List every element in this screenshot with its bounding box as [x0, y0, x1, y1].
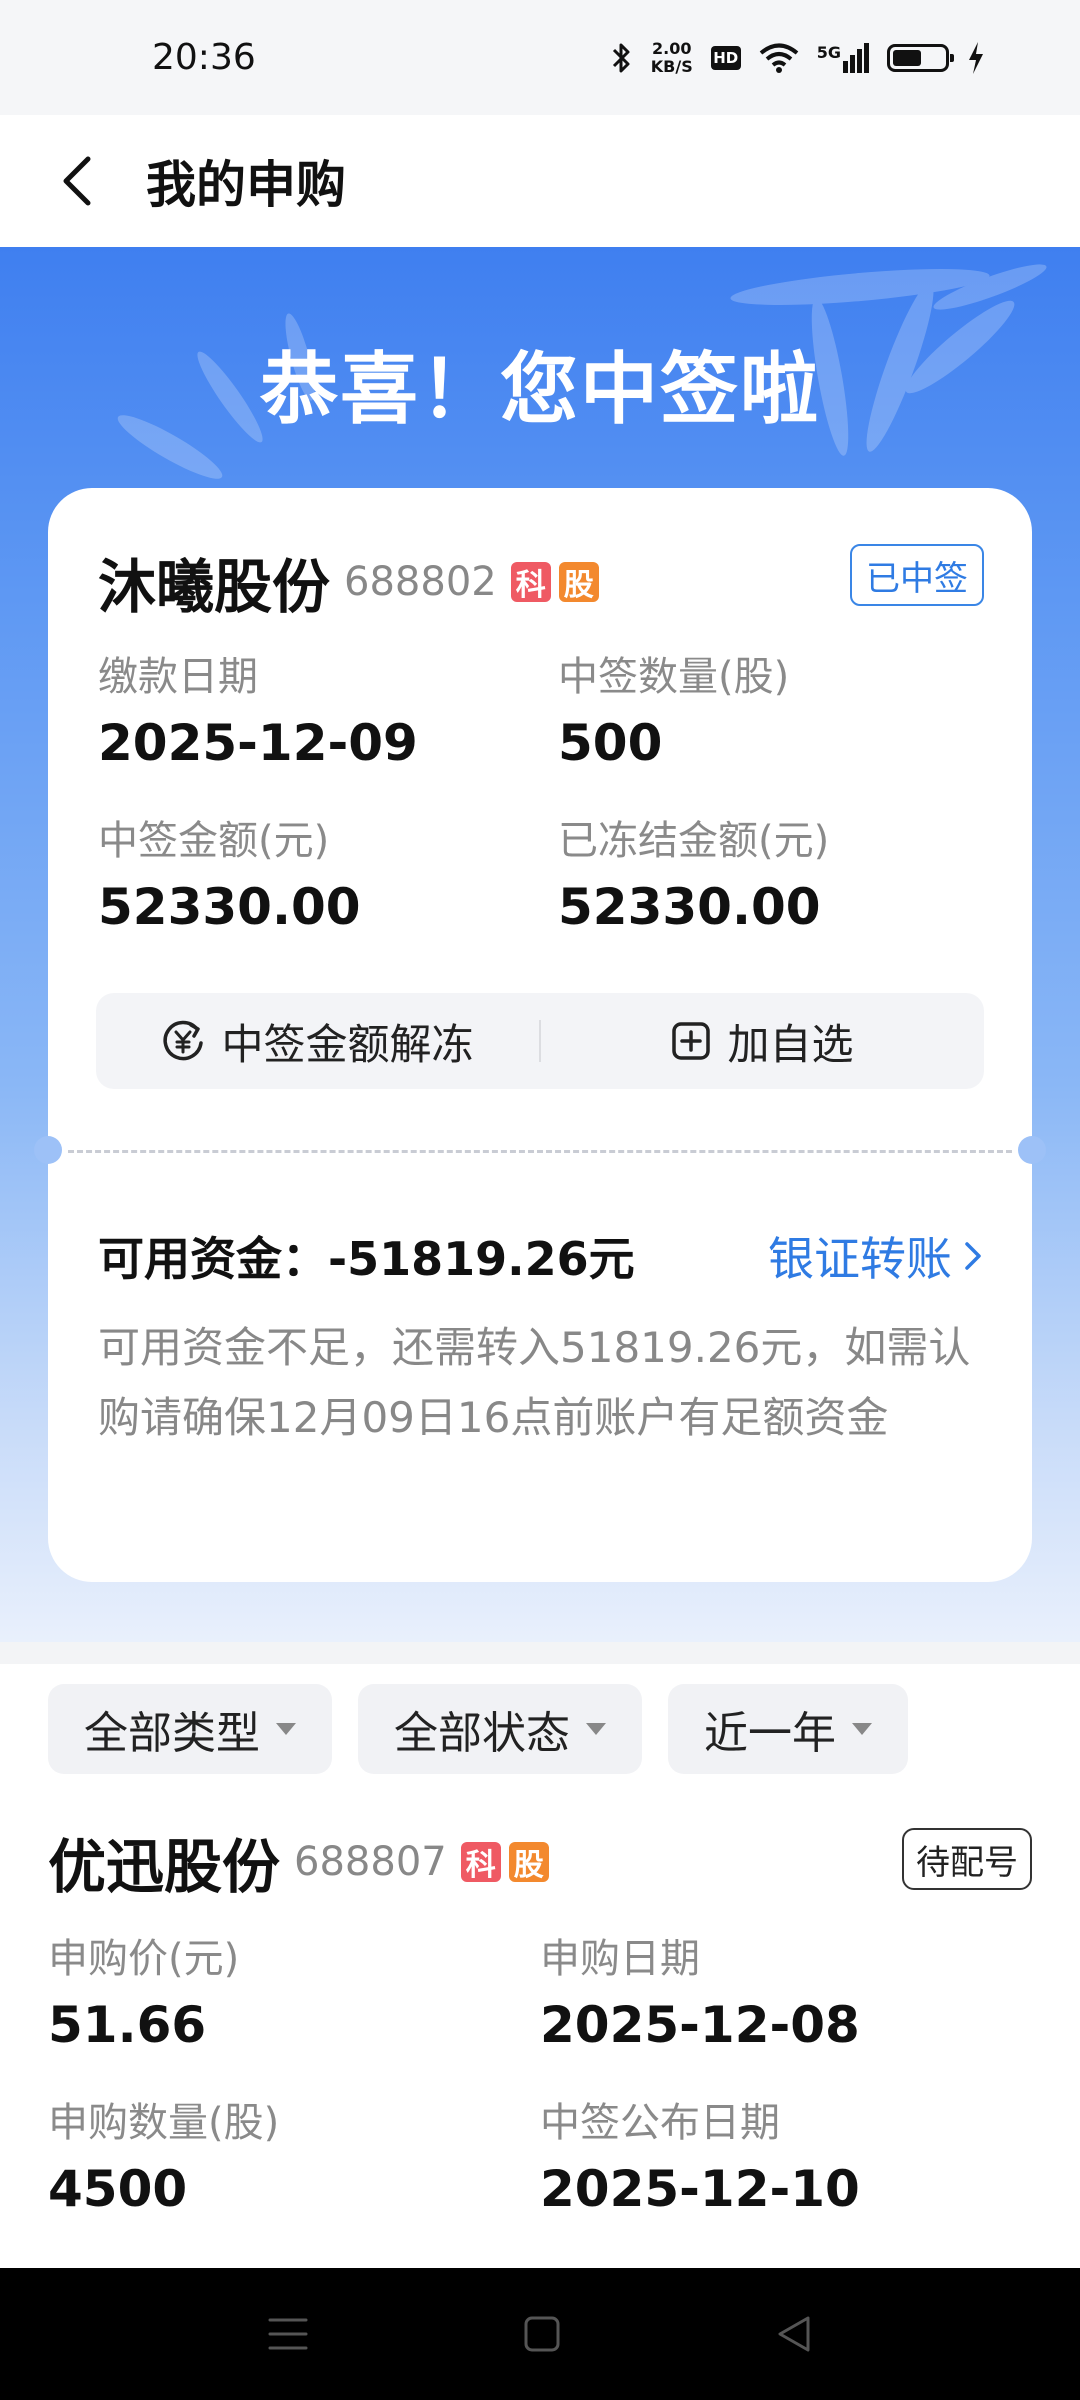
stock-header: 优迅股份 688807 科 股	[48, 1820, 549, 1904]
status-bar: 20:36 2.00 KB/S HD 5G	[0, 0, 1080, 115]
bank-transfer-link[interactable]: 银证转账	[768, 1223, 982, 1289]
subscribe-price-label: 申购价(元)	[48, 1936, 240, 1982]
action-bar: 中签金额解冻 加自选	[96, 993, 984, 1089]
filter-status-label: 全部状态	[394, 1708, 570, 1759]
subscribe-quantity-value: 4500	[48, 2160, 188, 2218]
announce-date-value: 2025-12-10	[540, 2160, 860, 2218]
screen: 20:36 2.00 KB/S HD 5G 我的申购 恭喜！您中签啦 沐曦股份 …	[0, 0, 1080, 2400]
available-funds-row: 可用资金：-51819.26元 银证转账	[98, 1223, 982, 1289]
frozen-amount-value: 52330.00	[558, 878, 821, 936]
net-speed-value: 2.00	[652, 38, 692, 58]
payment-date-value: 2025-12-09	[98, 714, 418, 772]
stock-type-tag: 股	[508, 1842, 549, 1883]
filter-period-label: 近一年	[704, 1708, 836, 1759]
ticket-notch-left	[34, 1136, 62, 1164]
title-bar: 我的申购	[0, 115, 1080, 247]
unfreeze-button[interactable]: 中签金额解冻	[96, 993, 539, 1089]
page-title: 我的申购	[146, 156, 346, 214]
bank-transfer-label: 银证转账	[768, 1232, 952, 1286]
filter-period-dropdown[interactable]: 近一年	[668, 1684, 908, 1774]
available-funds: 可用资金：-51819.26元	[98, 1232, 635, 1286]
stock-code: 688802	[344, 559, 497, 605]
bluetooth-icon	[612, 43, 630, 72]
caret-down-icon	[586, 1723, 606, 1735]
stock-name: 优迅股份	[48, 1833, 281, 1901]
frozen-amount-label: 已冻结金额(元)	[558, 818, 830, 864]
congrats-title: 恭喜！您中签啦	[259, 345, 820, 435]
star-market-tag: 科	[460, 1842, 501, 1883]
net-speed-unit: KB/S	[650, 56, 693, 76]
hd-icon: HD	[710, 45, 741, 70]
stock-type-tag: 股	[558, 562, 599, 603]
battery-icon	[887, 43, 954, 72]
net-speed: 2.00 KB/S	[650, 38, 693, 76]
subscribe-price-value: 51.66	[48, 1996, 207, 2054]
filter-type-label: 全部类型	[84, 1708, 260, 1759]
win-amount-value: 52330.00	[98, 878, 361, 936]
win-quantity-value: 500	[558, 714, 663, 772]
ticket-notch-right	[1018, 1136, 1046, 1164]
unfreeze-label: 中签金额解冻	[221, 1019, 474, 1069]
charging-icon	[969, 41, 983, 74]
chevron-right-icon	[965, 1242, 981, 1270]
insufficient-funds-note: 可用资金不足，还需转入51819.26元，如需认购请确保12月09日16点前账户…	[98, 1323, 971, 1442]
menu-icon[interactable]	[268, 2316, 308, 2352]
system-nav-bar	[0, 2268, 1080, 2400]
list-item[interactable]: 优迅股份 688807 科 股 待配号 申购价(元) 51.66 申购日期 20…	[0, 1800, 1080, 2270]
status-time: 20:36	[152, 37, 256, 78]
subscribe-quantity-label: 申购数量(股)	[48, 2100, 280, 2146]
chevron-left-icon	[63, 156, 91, 206]
announce-date-label: 中签公布日期	[540, 2100, 780, 2146]
win-amount-label: 中签金额(元)	[98, 818, 330, 864]
payment-date-label: 缴款日期	[98, 654, 258, 700]
filter-status-dropdown[interactable]: 全部状态	[358, 1684, 642, 1774]
stock-code: 688807	[294, 1839, 447, 1885]
back-triangle-icon[interactable]	[776, 2315, 812, 2353]
stock-name[interactable]: 沐曦股份	[98, 540, 330, 624]
win-quantity-label: 中签数量(股)	[558, 654, 790, 700]
plus-square-icon	[672, 1022, 711, 1060]
add-watchlist-label: 加自选	[727, 1019, 854, 1069]
winning-result-card: 沐曦股份 688802 科 股 已中签 缴款日期 2025-12-09 中签数量…	[34, 488, 1046, 1582]
add-watchlist-button[interactable]: 加自选	[541, 993, 984, 1089]
stock-header: 沐曦股份 688802 科 股	[98, 540, 599, 624]
section-divider	[0, 1642, 1080, 1664]
star-market-tag: 科	[510, 562, 551, 603]
caret-down-icon	[276, 1723, 296, 1735]
signal-icon: 5G	[816, 42, 869, 73]
filter-bar: 全部类型 全部状态 近一年	[48, 1684, 908, 1774]
status-badge: 已中签	[850, 544, 984, 606]
subscribe-date-label: 申购日期	[540, 1936, 700, 1982]
subscribe-date-value: 2025-12-08	[540, 1996, 860, 2054]
caret-down-icon	[852, 1723, 872, 1735]
filter-type-dropdown[interactable]: 全部类型	[48, 1684, 332, 1774]
yuan-refresh-icon	[163, 1020, 204, 1061]
dashed-divider	[68, 1150, 1012, 1153]
back-button[interactable]	[0, 115, 140, 247]
status-badge: 待配号	[902, 1828, 1032, 1890]
home-icon[interactable]	[524, 2316, 560, 2352]
wifi-icon	[759, 43, 799, 73]
status-icons: 2.00 KB/S HD 5G	[611, 38, 985, 76]
network-label: 5G	[816, 42, 841, 62]
